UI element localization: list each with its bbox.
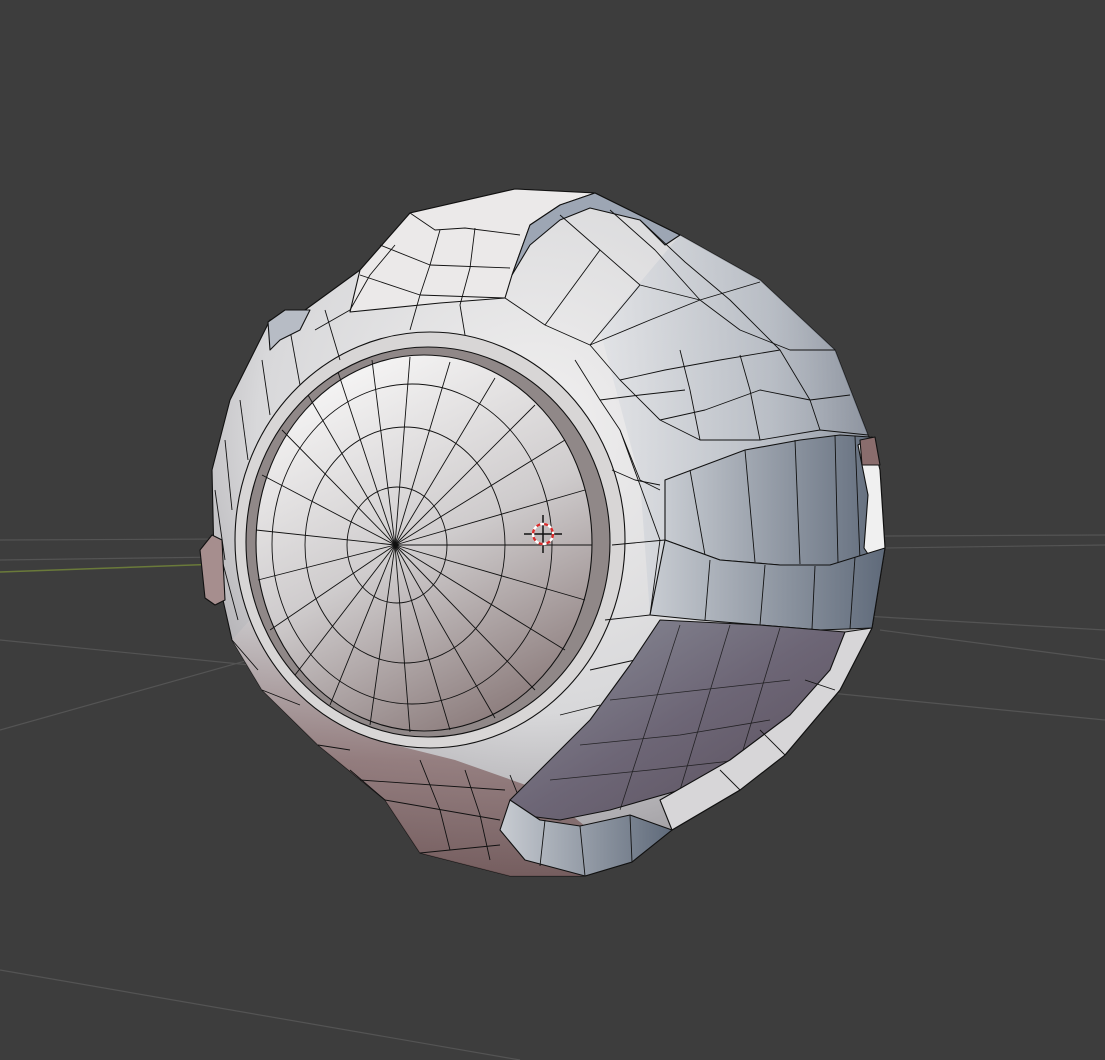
3d-viewport[interactable] — [0, 0, 1105, 1060]
strap-end-cap — [859, 436, 881, 466]
ear-bump-left — [199, 534, 226, 606]
